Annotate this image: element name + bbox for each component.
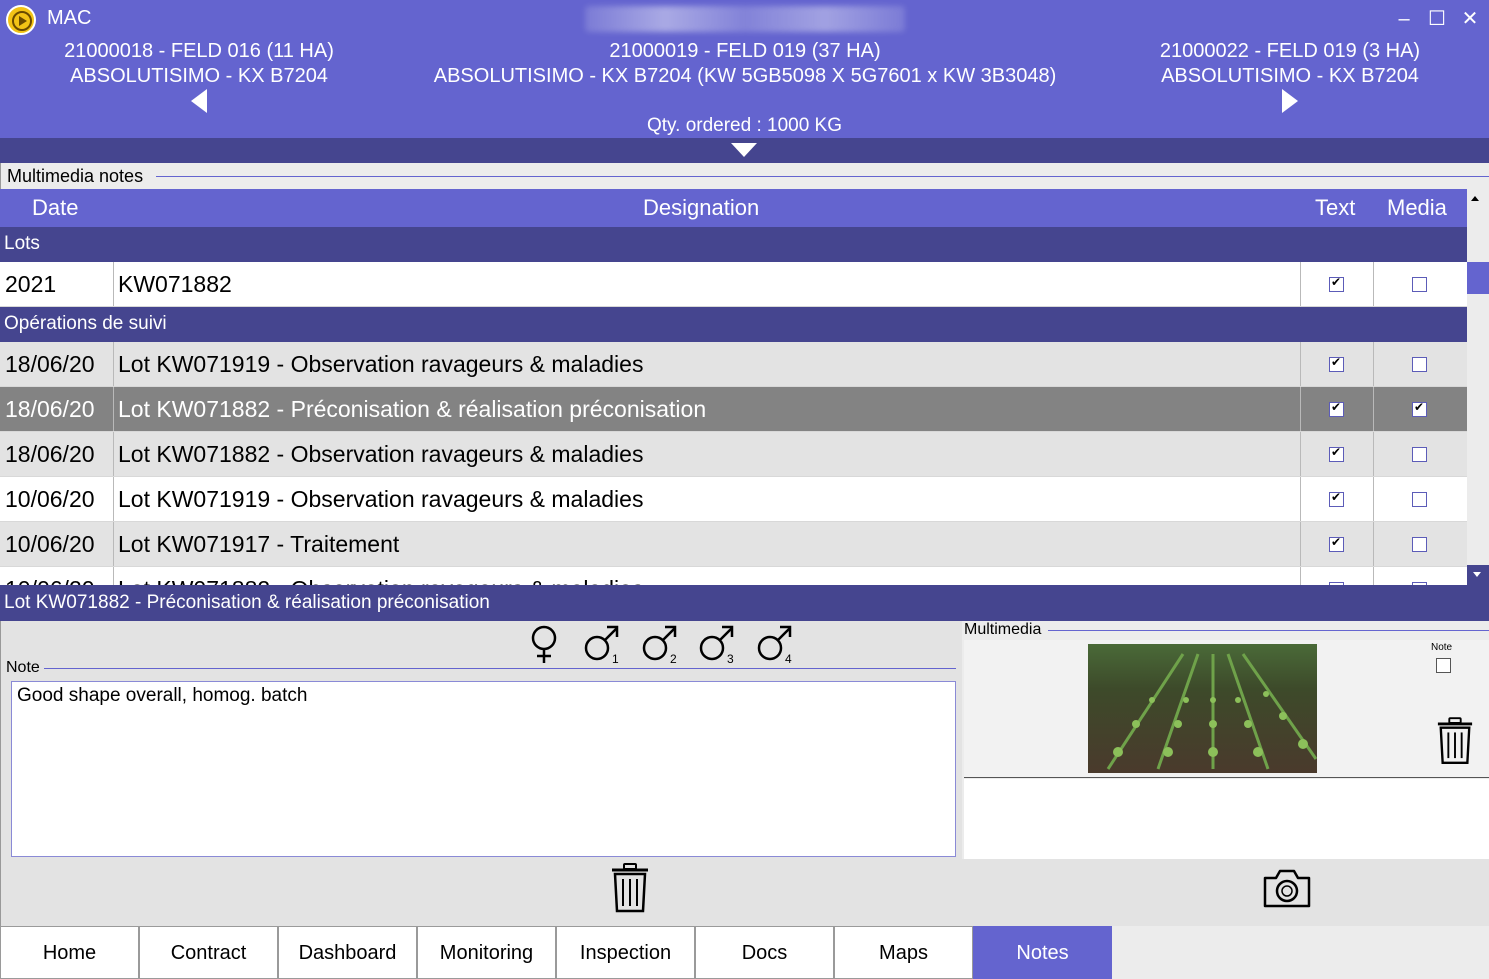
table-row[interactable]: 2021 KW071882 (0, 262, 1467, 307)
row-date: 2021 (5, 271, 57, 297)
scroll-down-arrow-icon[interactable] (1473, 572, 1481, 577)
media-checkbox[interactable] (1412, 537, 1427, 552)
notes-table: Lots 2021 KW071882 Opérations de suivi 1… (0, 227, 1467, 585)
text-checkbox[interactable] (1329, 275, 1344, 292)
row-designation: Lot KW071919 - Observation ravageurs & m… (118, 351, 644, 377)
detail-title-bar: Lot KW071882 - Préconisation & réalisati… (0, 585, 1489, 621)
maximize-button[interactable]: ☐ (1423, 6, 1451, 32)
next-lot-line1: 21000022 - FELD 019 (3 HA) (1159, 40, 1421, 62)
group-header-operations: Opérations de suivi (0, 307, 1467, 342)
column-header-text[interactable]: Text (1315, 195, 1355, 221)
multimedia-notes-title: Multimedia notes (7, 166, 144, 186)
text-checkbox[interactable] (1329, 355, 1344, 372)
scrollbar-thumb[interactable] (1467, 262, 1489, 294)
multimedia-label: Multimedia (964, 621, 1042, 638)
row-date: 10/06/20 (5, 576, 95, 585)
previous-lot-arrow-icon[interactable] (191, 89, 207, 113)
header-bar: MAC – ☐ ✕ 21000018 - FELD 016 (11 HA) AB… (0, 0, 1489, 138)
table-row[interactable]: 10/06/20 Lot KW071917 - Traitement (0, 522, 1467, 567)
multimedia-divider (1048, 630, 1489, 631)
tab-dashboard[interactable]: Dashboard (278, 926, 417, 979)
row-date: 10/06/20 (5, 531, 95, 557)
male-2-symbol-icon[interactable]: 2 (636, 621, 686, 667)
text-checkbox[interactable] (1329, 490, 1344, 507)
media-checkbox[interactable] (1412, 277, 1427, 292)
multimedia-note-checkbox[interactable] (1436, 658, 1451, 673)
media-checkbox[interactable] (1412, 447, 1427, 462)
app-logo-icon (6, 5, 36, 35)
camera-bar (962, 859, 1489, 926)
next-lot-line2: ABSOLUTISIMO - KX B7204 (1161, 65, 1419, 87)
table-scrollbar[interactable] (1467, 189, 1489, 585)
group-divider (156, 176, 1489, 177)
note-textarea[interactable]: Good shape overall, homog. batch (11, 681, 956, 857)
row-date: 10/06/20 (5, 486, 95, 512)
prev-lot-line1: 21000018 - FELD 016 (11 HA) (64, 40, 334, 62)
tab-contract[interactable]: Contract (139, 926, 278, 979)
camera-icon[interactable] (1261, 866, 1313, 915)
delete-media-trash-icon[interactable] (1436, 716, 1474, 771)
tab-inspection[interactable]: Inspection (556, 926, 695, 979)
current-lot-line2: ABSOLUTISIMO - KX B7204 (KW 5GB5098 X 5G… (433, 65, 1057, 87)
male-1-symbol-icon[interactable]: 1 (578, 621, 628, 667)
row-date: 18/06/20 (5, 351, 95, 377)
text-checkbox[interactable] (1329, 535, 1344, 552)
row-designation: KW071882 (118, 271, 232, 297)
table-row[interactable]: 18/06/20 Lot KW071919 - Observation rava… (0, 342, 1467, 387)
next-lot-arrow-icon[interactable] (1282, 89, 1298, 113)
svg-text:1: 1 (612, 652, 619, 666)
tab-docs[interactable]: Docs (695, 926, 834, 979)
row-designation: Lot KW071919 - Observation ravageurs & m… (118, 486, 644, 512)
tab-monitoring[interactable]: Monitoring (417, 926, 556, 979)
table-row-selected[interactable]: 18/06/20 Lot KW071882 - Préconisation & … (0, 387, 1467, 432)
male-4-symbol-icon[interactable]: 4 (751, 621, 801, 667)
delete-note-trash-icon[interactable] (610, 862, 650, 919)
row-designation: Lot KW071882 - Préconisation & réalisati… (118, 396, 707, 422)
tab-notes[interactable]: Notes (973, 926, 1112, 979)
note-divider (44, 668, 956, 669)
app-name: MAC (47, 7, 92, 29)
multimedia-note-label: Note (1431, 642, 1453, 653)
scroll-up-arrow-icon[interactable] (1471, 196, 1479, 201)
group-header-lots: Lots (0, 227, 1467, 262)
tab-home[interactable]: Home (0, 926, 139, 979)
row-date: 18/06/20 (5, 396, 95, 422)
qty-ordered: Qty. ordered : 1000 KG (646, 115, 843, 136)
field-photo-thumbnail[interactable] (1088, 644, 1318, 773)
table-row[interactable]: 18/06/20 Lot KW071882 - Observation rava… (0, 432, 1467, 477)
note-label: Note (6, 659, 40, 676)
text-checkbox[interactable] (1329, 400, 1344, 417)
table-row[interactable]: 10/06/20 Lot KW071919 - Observation rava… (0, 477, 1467, 522)
svg-text:4: 4 (785, 652, 792, 666)
current-lot-line1: 21000019 - FELD 019 (37 HA) (609, 40, 881, 62)
minimize-button[interactable]: – (1390, 6, 1418, 32)
expand-down-arrow-icon[interactable] (731, 143, 757, 157)
blurred-window-title (585, 6, 905, 32)
male-3-symbol-icon[interactable]: 3 (693, 621, 743, 667)
female-symbol-icon[interactable] (520, 621, 570, 667)
row-date: 18/06/20 (5, 441, 95, 467)
column-header-date[interactable]: Date (32, 195, 78, 221)
row-designation: Lot KW071882 - Observation ravageurs & m… (118, 576, 643, 585)
row-designation: Lot KW071882 - Observation ravageurs & m… (118, 441, 644, 467)
text-checkbox[interactable] (1329, 445, 1344, 462)
column-header-media[interactable]: Media (1387, 195, 1447, 221)
svg-text:2: 2 (670, 652, 677, 666)
prev-lot-line2: ABSOLUTISIMO - KX B7204 (70, 65, 328, 87)
multimedia-list-area (964, 779, 1489, 859)
table-row[interactable]: 10/06/20 Lot KW071882 - Observation rava… (0, 567, 1467, 585)
svg-text:3: 3 (727, 652, 734, 666)
row-designation: Lot KW071917 - Traitement (118, 531, 400, 557)
media-checkbox[interactable] (1412, 492, 1427, 507)
column-header-designation[interactable]: Designation (643, 195, 759, 221)
tab-maps[interactable]: Maps (834, 926, 973, 979)
media-checkbox[interactable] (1412, 400, 1427, 417)
close-button[interactable]: ✕ (1456, 6, 1484, 32)
media-checkbox[interactable] (1412, 357, 1427, 372)
table-header: Date Designation Text Media (0, 189, 1467, 227)
